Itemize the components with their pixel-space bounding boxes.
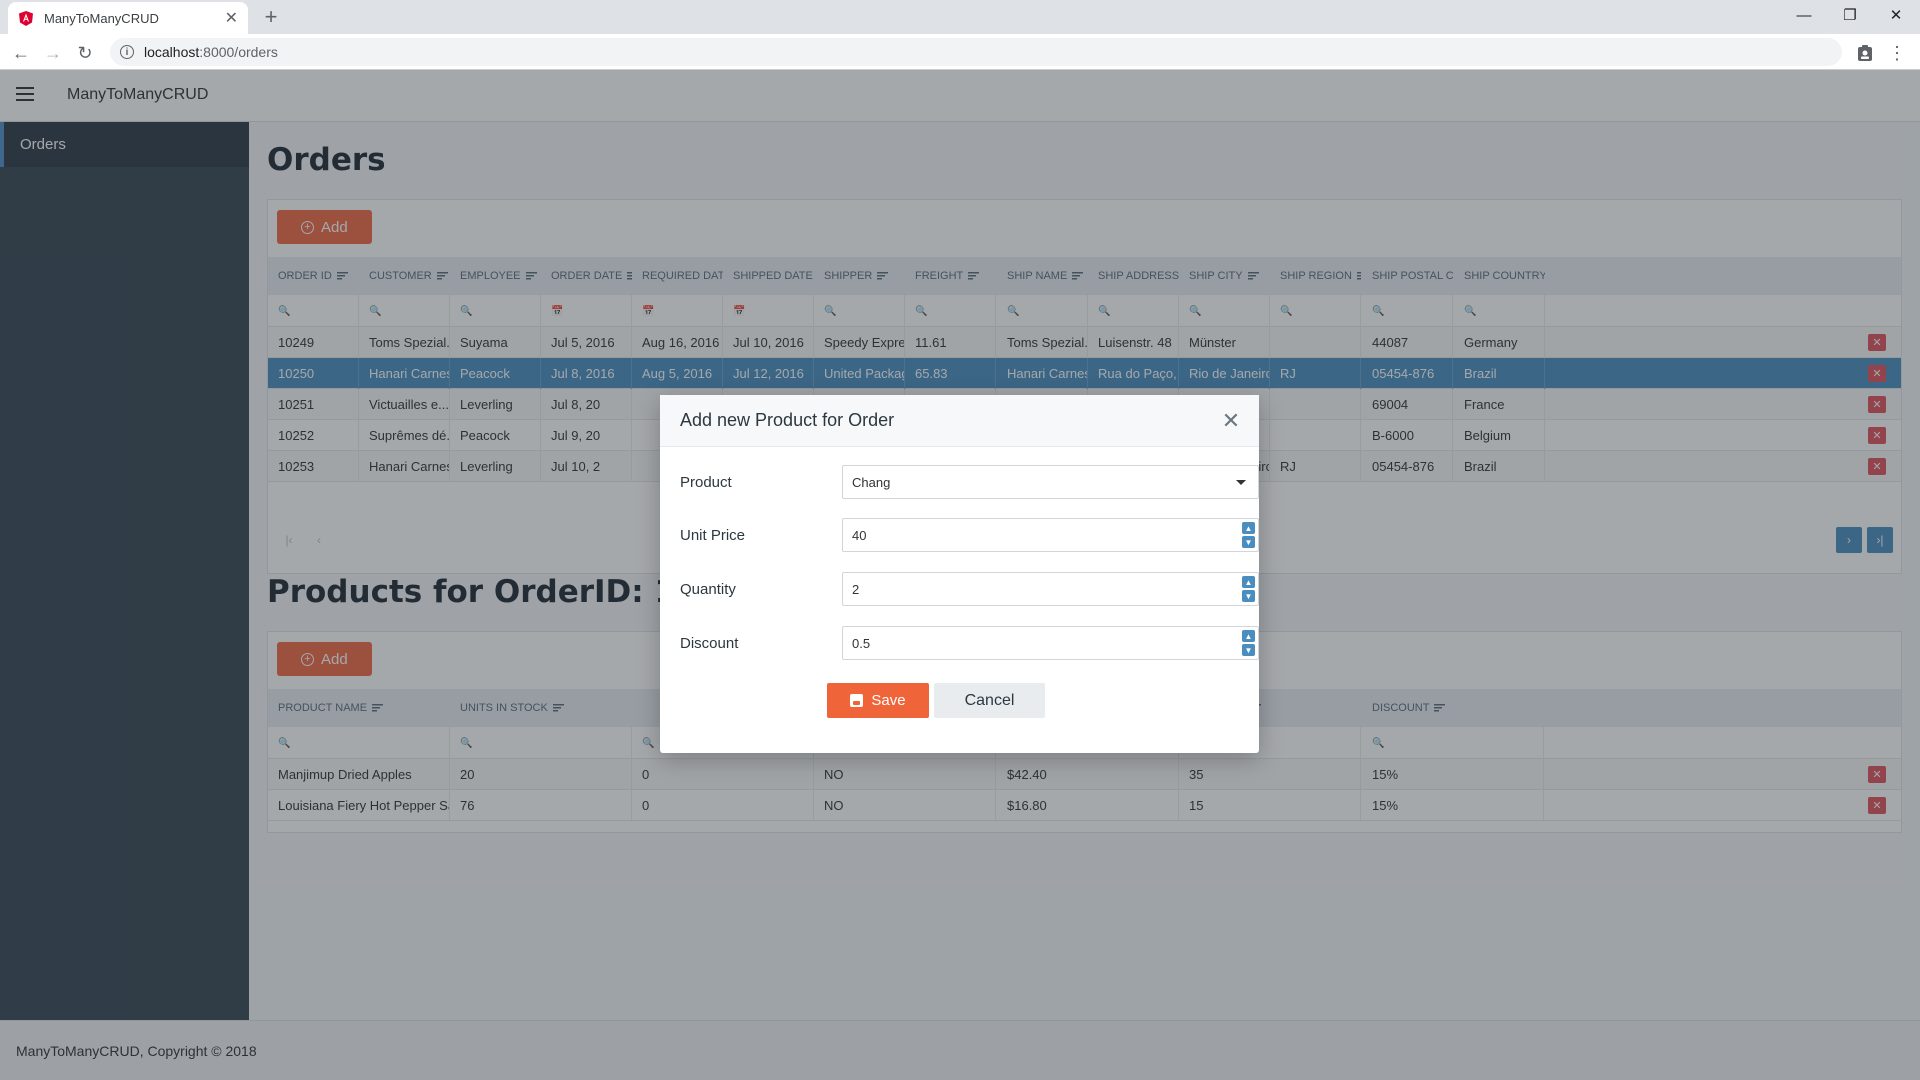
minimize-button[interactable]: — bbox=[1781, 0, 1827, 30]
restore-button[interactable]: ❐ bbox=[1827, 0, 1873, 30]
reload-icon[interactable]: ↻ bbox=[72, 40, 98, 66]
url-path: :8000/orders bbox=[199, 44, 278, 60]
decrement-icon[interactable]: ▼ bbox=[1242, 644, 1255, 656]
browser-menu-icon[interactable]: ⋮ bbox=[1884, 40, 1910, 66]
new-tab-button[interactable]: + bbox=[258, 4, 284, 30]
discount-input[interactable]: 0.5 ▲ ▼ bbox=[842, 626, 1259, 660]
angular-logo-icon bbox=[18, 10, 34, 26]
site-info-icon[interactable]: i bbox=[120, 45, 134, 59]
product-label: Product bbox=[680, 473, 732, 491]
quantity-input[interactable]: 2 ▲ ▼ bbox=[842, 572, 1259, 606]
unit-price-label: Unit Price bbox=[680, 526, 746, 544]
unit-price-stepper: ▲ ▼ bbox=[1242, 522, 1255, 548]
quantity-value: 2 bbox=[852, 581, 860, 597]
product-field-row: Product Chang bbox=[680, 465, 1259, 499]
add-product-dialog: Add new Product for Order ✕ Product Chan… bbox=[660, 395, 1259, 753]
address-bar[interactable]: i localhost :8000/orders bbox=[110, 38, 1842, 66]
browser-tab[interactable]: ManyToManyCRUD ✕ bbox=[8, 2, 248, 34]
decrement-icon[interactable]: ▼ bbox=[1242, 590, 1255, 602]
profile-icon[interactable] bbox=[1852, 40, 1878, 66]
tab-close-icon[interactable]: ✕ bbox=[225, 8, 238, 28]
increment-icon[interactable]: ▲ bbox=[1242, 522, 1255, 534]
url-host: localhost bbox=[144, 44, 200, 60]
save-label: Save bbox=[871, 692, 906, 709]
unit-price-value: 40 bbox=[852, 527, 867, 543]
quantity-field-row: Quantity 2 ▲ ▼ bbox=[680, 572, 1259, 606]
browser-tab-strip: ManyToManyCRUD ✕ + — ❐ ✕ bbox=[0, 0, 1920, 34]
tab-title: ManyToManyCRUD bbox=[44, 10, 159, 26]
back-arrow-icon[interactable]: ← bbox=[8, 40, 34, 66]
discount-value: 0.5 bbox=[852, 635, 871, 651]
discount-stepper: ▲ ▼ bbox=[1242, 630, 1255, 656]
quantity-label: Quantity bbox=[680, 580, 736, 598]
discount-field-row: Discount 0.5 ▲ ▼ bbox=[680, 626, 1259, 660]
quantity-stepper: ▲ ▼ bbox=[1242, 576, 1255, 602]
dialog-title: Add new Product for Order bbox=[680, 410, 895, 430]
discount-label: Discount bbox=[680, 634, 739, 652]
dialog-header: Add new Product for Order ✕ bbox=[660, 395, 1259, 447]
forward-arrow-icon[interactable]: → bbox=[40, 40, 66, 66]
unit-price-field-row: Unit Price 40 ▲ ▼ bbox=[680, 518, 1259, 552]
save-button[interactable]: Save bbox=[827, 683, 929, 718]
increment-icon[interactable]: ▲ bbox=[1242, 576, 1255, 588]
increment-icon[interactable]: ▲ bbox=[1242, 630, 1255, 642]
decrement-icon[interactable]: ▼ bbox=[1242, 536, 1255, 548]
product-dropdown-value: Chang bbox=[852, 474, 891, 490]
unit-price-input[interactable]: 40 ▲ ▼ bbox=[842, 518, 1259, 552]
save-disk-icon bbox=[850, 694, 864, 707]
window-close-button[interactable]: ✕ bbox=[1873, 0, 1919, 30]
browser-toolbar: ← → ↻ i localhost :8000/orders ⋮ bbox=[0, 34, 1920, 70]
chevron-down-icon[interactable] bbox=[1236, 480, 1246, 485]
product-dropdown[interactable]: Chang bbox=[842, 465, 1259, 499]
dialog-close-icon[interactable]: ✕ bbox=[1221, 410, 1241, 432]
cancel-button[interactable]: Cancel bbox=[934, 683, 1045, 718]
